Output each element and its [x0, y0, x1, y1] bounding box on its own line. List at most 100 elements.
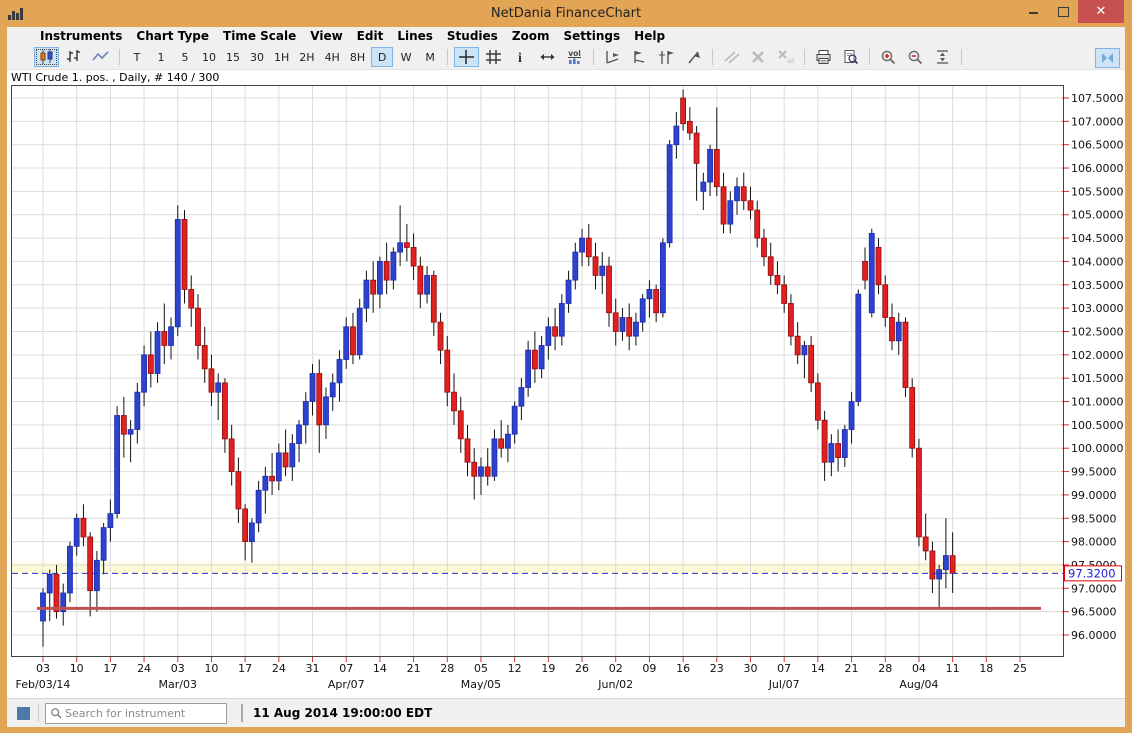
candle-body — [627, 318, 632, 337]
print-button[interactable] — [811, 47, 836, 67]
candle-body — [411, 248, 416, 267]
menu-item-chart-type[interactable]: Chart Type — [129, 28, 216, 44]
x-axis-week-label: 03 — [36, 662, 50, 675]
menu-item-zoom[interactable]: Zoom — [505, 28, 557, 44]
ohlc-bar-chart-button[interactable] — [61, 47, 86, 67]
candlestick-chart-button[interactable] — [34, 47, 59, 67]
menu-item-settings[interactable]: Settings — [557, 28, 628, 44]
toolbar-separator — [712, 49, 713, 65]
menu-bar: InstrumentsChart TypeTime ScaleViewEditL… — [7, 27, 1125, 45]
menu-item-studies[interactable]: Studies — [440, 28, 505, 44]
price-marker-value: 97.3200 — [1068, 567, 1116, 581]
timeframe-button-1[interactable]: 1 — [150, 47, 172, 67]
candle-body — [142, 355, 147, 392]
candle-body — [761, 238, 766, 257]
timeframe-button-8H[interactable]: 8H — [346, 47, 369, 67]
timeframe-button-15[interactable]: 15 — [222, 47, 244, 67]
x-axis-week-label: 24 — [137, 662, 151, 675]
menu-item-time-scale[interactable]: Time Scale — [216, 28, 303, 44]
menu-item-instruments[interactable]: Instruments — [33, 28, 129, 44]
timeframe-button-D[interactable]: D — [371, 47, 393, 67]
toolbar-separator — [593, 49, 594, 65]
candle-body — [425, 276, 430, 295]
candle-body — [660, 243, 665, 313]
y-axis-label: 97.0000 — [1071, 583, 1117, 596]
menu-item-edit[interactable]: Edit — [350, 28, 391, 44]
instrument-search-box[interactable] — [45, 703, 227, 724]
candle-body — [115, 416, 120, 514]
timeframe-button-2H[interactable]: 2H — [295, 47, 318, 67]
flag-tool-button[interactable] — [681, 47, 706, 67]
candle-body — [357, 309, 362, 356]
candle-body — [303, 402, 308, 425]
menu-item-view[interactable]: View — [303, 28, 349, 44]
search-input[interactable] — [63, 706, 222, 721]
x-axis-week-label: 10 — [70, 662, 84, 675]
candle-body — [344, 327, 349, 360]
last-price-highlight-band — [12, 563, 1062, 574]
timeframe-button-10[interactable]: 10 — [198, 47, 220, 67]
candle-body — [532, 351, 537, 370]
menu-item-lines[interactable]: Lines — [390, 28, 440, 44]
candle-body — [782, 285, 787, 304]
x-axis-week-label: 21 — [407, 662, 421, 675]
timeframe-button-4H[interactable]: 4H — [321, 47, 344, 67]
crosshair-icon — [458, 49, 475, 65]
timeframe-button-30[interactable]: 30 — [246, 47, 268, 67]
candle-body — [896, 323, 901, 342]
y-axis-label: 107.0000 — [1071, 116, 1124, 129]
maximize-icon — [1058, 7, 1069, 17]
delete-button[interactable] — [746, 47, 771, 67]
candle-body — [445, 351, 450, 393]
candle-body — [169, 327, 174, 346]
candle-body — [613, 313, 618, 332]
candle-body — [155, 332, 160, 374]
crosshair-button[interactable] — [454, 47, 479, 67]
parallel-lines-button[interactable] — [719, 47, 744, 67]
candle-body — [283, 453, 288, 467]
candle-body — [768, 257, 773, 276]
candle-body — [330, 383, 335, 397]
timeframe-button-T[interactable]: T — [126, 47, 148, 67]
candle-body — [485, 467, 490, 476]
zoom-out-button[interactable] — [903, 47, 928, 67]
timeframe-button-M[interactable]: M — [419, 47, 441, 67]
y-axis-label: 100.5000 — [1071, 419, 1124, 432]
x-axis-week-label: 05 — [474, 662, 488, 675]
menu-item-help[interactable]: Help — [627, 28, 672, 44]
print-preview-button[interactable] — [838, 47, 863, 67]
close-button[interactable]: ✕ — [1078, 0, 1124, 23]
timeframe-button-1H[interactable]: 1H — [270, 47, 293, 67]
info-button[interactable]: i — [508, 47, 533, 67]
candle-body — [735, 187, 740, 201]
timeframe-button-W[interactable]: W — [395, 47, 417, 67]
trendline-tool-button[interactable] — [600, 47, 625, 67]
timeframe-button-5[interactable]: 5 — [174, 47, 196, 67]
y-axis-label: 104.0000 — [1071, 256, 1124, 269]
x-axis-month-label: Jun/02 — [597, 678, 633, 691]
x-axis-week-label: 26 — [575, 662, 589, 675]
vertical-study-tool-button[interactable] — [627, 47, 652, 67]
info-icon: i — [512, 49, 529, 65]
y-axis-label: 96.5000 — [1071, 606, 1117, 619]
candle-body — [849, 402, 854, 430]
grid-button[interactable] — [481, 47, 506, 67]
maximize-button[interactable] — [1048, 0, 1078, 23]
x-axis-week-label: 14 — [373, 662, 387, 675]
chart-plot[interactable]: 96.000096.500097.000097.500098.000098.50… — [7, 85, 1125, 694]
expand-horizontal-button[interactable] — [535, 47, 560, 67]
zoom-in-button[interactable] — [876, 47, 901, 67]
candle-body — [195, 309, 200, 346]
delete-all-button[interactable]: all — [773, 47, 798, 67]
candle-body — [923, 537, 928, 551]
candle-body — [836, 444, 841, 458]
fit-vertical-button[interactable] — [930, 47, 955, 67]
parallel-channel-tool-button[interactable] — [654, 47, 679, 67]
x-axis-week-label: 07 — [339, 662, 353, 675]
minimize-button[interactable] — [1018, 0, 1048, 23]
candle-body — [276, 453, 281, 481]
line-chart-button[interactable] — [88, 47, 113, 67]
volume-button[interactable]: vol — [562, 47, 587, 67]
pin-panel-button[interactable] — [1095, 48, 1120, 68]
candle-body — [829, 444, 834, 463]
